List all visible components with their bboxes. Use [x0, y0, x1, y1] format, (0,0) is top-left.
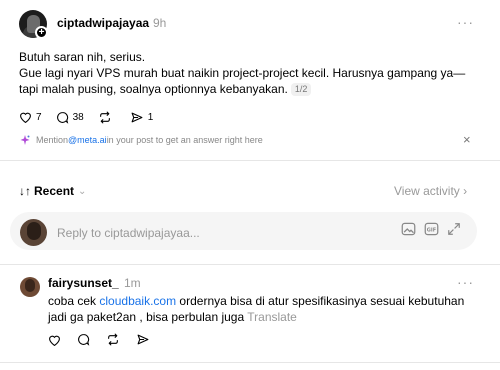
comment-button[interactable]: 38 — [56, 111, 84, 124]
sort-label: Recent — [34, 184, 75, 198]
send-icon — [131, 112, 143, 122]
image-icon[interactable] — [401, 222, 416, 236]
close-icon[interactable]: × — [463, 132, 471, 147]
comment-count: 38 — [72, 111, 84, 123]
sort-arrows-icon: ↓↑ — [19, 184, 31, 198]
repost-icon — [108, 333, 118, 346]
comment-text-start: coba cek — [48, 294, 100, 308]
like-count: 7 — [36, 111, 42, 123]
page-badge[interactable]: 1/2 — [290, 83, 312, 96]
comment-reply-button[interactable] — [77, 333, 90, 346]
post-username[interactable]: ciptadwipajayaa — [57, 16, 149, 30]
post-line-1: Butuh saran nih, serius. — [19, 50, 146, 64]
share-count: 1 — [147, 111, 154, 123]
translate-link[interactable]: Translate — [247, 310, 297, 324]
meta-ai-mention-prompt: Mention @meta.ai in your post to get an … — [19, 134, 263, 146]
like-button[interactable]: 7 — [19, 111, 42, 123]
share-button[interactable]: 1 — [130, 111, 154, 124]
comment-username[interactable]: fairysunset_ — [48, 276, 119, 290]
follow-plus-icon[interactable]: + — [35, 26, 48, 39]
repost-button[interactable] — [98, 111, 116, 124]
send-icon — [137, 334, 149, 345]
sort-recent-button[interactable]: ↓↑ Recent ⌄ — [19, 184, 86, 198]
comment-body: coba cek cloudbaik.com ordernya bisa di … — [48, 293, 478, 325]
current-user-avatar — [20, 219, 47, 246]
comment-time: 1m — [124, 276, 141, 290]
post-line-2: Gue lagi nyari VPS murah buat naikin pro… — [19, 66, 466, 96]
heart-icon — [20, 112, 31, 123]
comment-icon — [56, 111, 68, 124]
divider — [0, 160, 500, 161]
comment-share-button[interactable] — [136, 333, 150, 346]
divider — [0, 362, 500, 363]
commenter-avatar[interactable] — [20, 277, 40, 297]
chevron-down-icon: ⌄ — [78, 185, 87, 197]
divider — [0, 264, 500, 265]
expand-icon[interactable] — [447, 222, 461, 236]
comment-actions — [48, 333, 166, 346]
heart-icon — [49, 335, 60, 346]
post-more-icon[interactable]: ··· — [457, 14, 474, 30]
post-body: Butuh saran nih, serius. Gue lagi nyari … — [19, 49, 484, 97]
reply-input[interactable]: Reply to ciptadwipajayaa... — [57, 226, 200, 240]
reply-toolbar: GIF — [401, 222, 469, 236]
sparkle-icon — [20, 135, 30, 145]
post-actions: 7 38 1 — [19, 109, 167, 125]
comment-more-icon[interactable]: ··· — [457, 274, 474, 290]
view-activity-link[interactable]: View activity › — [394, 184, 467, 198]
svg-text:GIF: GIF — [427, 228, 436, 234]
gif-icon[interactable]: GIF — [424, 222, 439, 236]
mention-prefix: Mention — [36, 135, 69, 145]
comment-repost-button[interactable] — [106, 333, 120, 346]
comment-like-button[interactable] — [48, 334, 61, 346]
meta-ai-link[interactable]: @meta.ai — [68, 135, 107, 145]
comment-link[interactable]: cloudbaik.com — [99, 294, 176, 308]
repost-icon — [99, 111, 110, 123]
mention-suffix: in your post to get an answer right here — [106, 135, 263, 145]
post-time: 9h — [153, 16, 167, 30]
comment-icon — [78, 334, 90, 346]
